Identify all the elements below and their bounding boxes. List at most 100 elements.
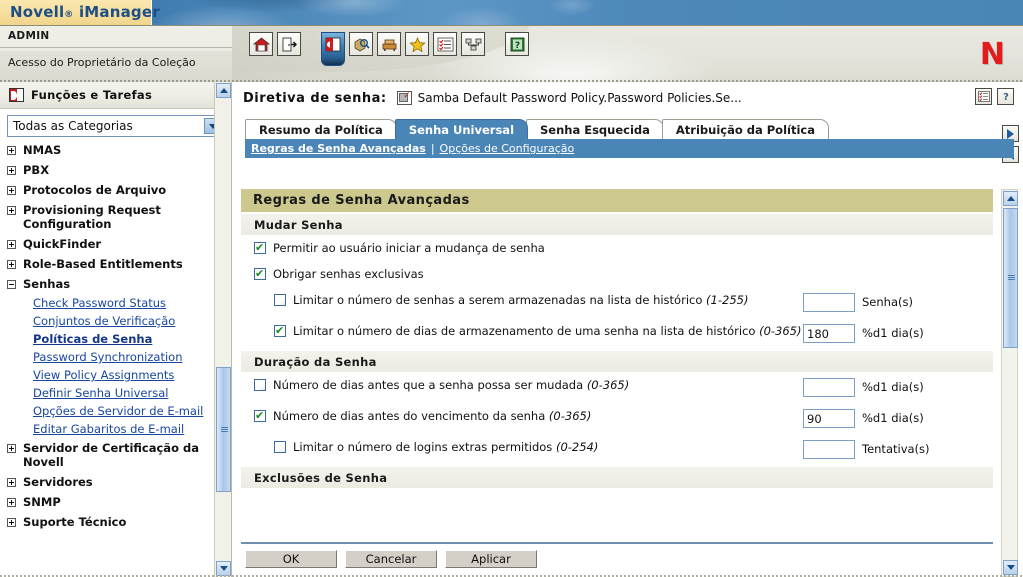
expand-plus-icon[interactable] — [7, 166, 16, 175]
setting-label: Limitar o número de logins extras permit… — [293, 440, 598, 454]
apply-button[interactable]: Aplicar — [445, 550, 537, 568]
help-icon-glyph: ? — [1003, 92, 1009, 102]
setting-value-cell: %d1 dia(s) — [803, 324, 993, 343]
sidebar-group-label: QuickFinder — [23, 237, 102, 251]
sidebar-scroll-up-button[interactable] — [216, 83, 231, 98]
checkbox-1-0[interactable] — [254, 379, 266, 391]
value-input-1-1[interactable] — [803, 409, 855, 428]
form-scroll-thumb[interactable] — [1003, 208, 1018, 348]
expand-plus-icon[interactable] — [7, 186, 16, 195]
sidebar-group-3[interactable]: Provisioning Request Configuration — [0, 200, 206, 234]
setting-label-area: Limitar o número de senhas a serem armaz… — [241, 293, 803, 307]
sidebar-scroll-down-button[interactable] — [216, 561, 231, 576]
sidebar-group-6[interactable]: Senhas — [0, 274, 206, 294]
category-select[interactable]: Todas as Categorias — [7, 115, 224, 137]
object-view-icon[interactable] — [349, 32, 373, 56]
sidebar-group-5[interactable]: Role-Based Entitlements — [0, 254, 206, 274]
subtab-separator: | — [430, 142, 435, 155]
network-icon[interactable] — [461, 32, 485, 56]
exit-icon-glyph — [282, 37, 297, 51]
expand-plus-icon[interactable] — [7, 146, 16, 155]
sidebar-item-6-3[interactable]: Password Synchronization — [0, 348, 206, 366]
main-content: Diretiva de senha: Samba Default Passwor… — [233, 82, 1023, 577]
setting-label-text: Limitar o número de senhas a serem armaz… — [293, 293, 703, 307]
sidebar-item-6-2[interactable]: Políticas de Senha — [0, 330, 206, 348]
expand-plus-icon[interactable] — [7, 444, 16, 453]
sidebar-group-0[interactable]: NMAS — [0, 140, 206, 160]
sidebar-item-6-5[interactable]: Definir Senha Universal — [0, 384, 206, 402]
sidebar-group-label: Suporte Técnico — [23, 515, 127, 529]
roles-and-tasks-icon[interactable] — [321, 32, 345, 66]
form-scrollbar[interactable] — [1001, 189, 1018, 577]
home-icon[interactable] — [249, 32, 273, 56]
help-book-icon[interactable]: ? — [505, 32, 529, 56]
sidebar-group-label: Servidor de Certificação da Novell — [23, 441, 199, 469]
expand-plus-icon[interactable] — [7, 518, 16, 527]
checkbox-1-1[interactable] — [254, 409, 266, 422]
sidebar-group-1[interactable]: PBX — [0, 160, 206, 180]
tab-3[interactable]: Atribuição da Política — [661, 119, 829, 139]
expand-plus-icon[interactable] — [7, 260, 16, 269]
sidebar-scrollbar[interactable] — [214, 82, 231, 577]
expand-plus-icon[interactable] — [7, 498, 16, 507]
collapse-minus-icon[interactable] — [7, 280, 16, 289]
sidebar-group-10[interactable]: Suporte Técnico — [0, 512, 206, 532]
sidebar-group-8[interactable]: Servidores — [0, 472, 206, 492]
checkbox-0-2[interactable] — [274, 294, 286, 306]
expand-plus-icon[interactable] — [7, 206, 16, 215]
favorites-star-icon[interactable] — [405, 32, 429, 56]
sidebar-group-9[interactable]: SNMP — [0, 492, 206, 512]
value-input-0-3[interactable] — [803, 324, 855, 343]
sidebar-tree: NMAS PBX Protocolos de Arquivo Provisioning… — [0, 139, 206, 577]
brand-product: Novell — [10, 3, 65, 21]
subtab-advanced-password-rules[interactable]: Regras de Senha Avançadas — [251, 142, 426, 155]
tab-1[interactable]: Senha Universal — [394, 119, 529, 139]
view-objects-icon-glyph — [977, 91, 990, 102]
value-unit-label: %d1 dia(s) — [862, 380, 924, 394]
setting-label: Limitar o número de senhas a serem armaz… — [293, 293, 748, 307]
sidebar-group-label: Provisioning Request Configuration — [23, 203, 161, 231]
setting-label: Número de dias antes que a senha possa s… — [273, 378, 629, 392]
value-input-1-2[interactable] — [803, 440, 855, 459]
sidebar-group-2[interactable]: Protocolos de Arquivo — [0, 180, 206, 200]
sidebar-group-label: Protocolos de Arquivo — [23, 183, 167, 197]
sidebar-group-7[interactable]: Servidor de Certificação da Novell — [0, 438, 206, 472]
view-objects-icon[interactable] — [975, 88, 992, 105]
sidebar-group-4[interactable]: QuickFinder — [0, 234, 206, 254]
ok-button[interactable]: OK — [245, 550, 337, 568]
sidebar-title-bar: Funções e Tarefas — [0, 82, 231, 109]
roles-and-tasks-panel-icon — [9, 88, 24, 102]
expand-plus-icon[interactable] — [7, 240, 16, 249]
page-title: Diretiva de senha: — [243, 90, 387, 106]
value-input-1-0[interactable] — [803, 378, 855, 397]
sidebar-item-6-7[interactable]: Editar Gabaritos de E-mail — [0, 420, 206, 438]
sidebar-scroll-thumb[interactable] — [216, 367, 231, 492]
sidebar-item-6-4[interactable]: View Policy Assignments — [0, 366, 206, 384]
setting-range-hint: (0-365) — [548, 409, 592, 423]
help-icon[interactable]: ? — [997, 88, 1014, 105]
sidebar-item-6-6[interactable]: Opções de Servidor de E-mail — [0, 402, 206, 420]
checkbox-0-0[interactable] — [254, 241, 266, 254]
checkbox-1-2[interactable] — [274, 441, 286, 453]
subtab-configuration-options[interactable]: Opções de Configuração — [440, 142, 575, 155]
cancel-button[interactable]: Cancelar — [345, 550, 437, 568]
configure-icon[interactable] — [377, 32, 401, 56]
sidebar-item-6-0[interactable]: Check Password Status — [0, 294, 206, 312]
setting-value-cell: %d1 dia(s) — [803, 378, 993, 397]
value-input-0-2[interactable] — [803, 293, 855, 312]
tab-2[interactable]: Senha Esquecida — [526, 119, 664, 139]
tab-0[interactable]: Resumo da Política — [245, 119, 397, 139]
checkbox-0-1[interactable] — [254, 267, 266, 280]
expand-plus-icon[interactable] — [7, 478, 16, 487]
checklist-icon[interactable] — [433, 32, 457, 56]
sidebar-group-label: Role-Based Entitlements — [23, 257, 183, 271]
form-scroll-up-button[interactable] — [1003, 191, 1018, 206]
sidebar-item-6-1[interactable]: Conjuntos de Verificação — [0, 312, 206, 330]
form-scroll-down-button[interactable] — [1003, 560, 1018, 575]
setting-row-0-1: Obrigar senhas exclusivas — [241, 261, 993, 287]
exit-icon[interactable] — [277, 32, 301, 56]
imanager-window: Novell® iManager ADMIN Acesso do Proprie… — [0, 0, 1023, 577]
setting-label-area: Permitir ao usuário iniciar a mudança de… — [241, 241, 803, 255]
checkbox-0-3[interactable] — [274, 324, 286, 337]
sidebar-group-label: Servidores — [23, 475, 93, 489]
